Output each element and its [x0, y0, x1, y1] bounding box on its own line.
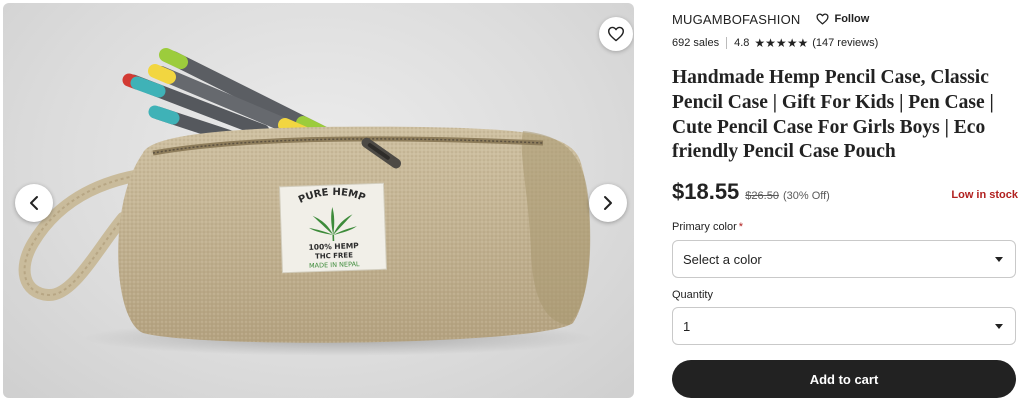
star-icon: ★: [775, 36, 787, 50]
required-marker: *: [738, 221, 744, 233]
star-icon: ★: [765, 36, 776, 50]
product-title: Handmade Hemp Pencil Case, Classic Penci…: [672, 67, 994, 163]
svg-text:100% HEMP: 100% HEMP: [308, 241, 359, 252]
follow-shop-button[interactable]: Follow: [816, 13, 869, 25]
add-to-cart-button[interactable]: Add to cart: [672, 360, 1016, 398]
svg-text:THC FREE: THC FREE: [315, 251, 353, 260]
follow-label: Follow: [834, 13, 870, 25]
divider: [726, 37, 728, 49]
hemp-label: PURE HEMP 100% HEMP THC FREE MADE IN NEP…: [279, 182, 387, 274]
color-select[interactable]: Select a color: [672, 240, 1016, 278]
next-image-button[interactable]: [589, 184, 627, 222]
quantity-select-value: 1: [683, 318, 691, 334]
star-icon: ★: [797, 36, 809, 50]
color-label-text: Primary color: [672, 221, 737, 233]
heart-outline-icon: [608, 26, 624, 42]
previous-image-button[interactable]: [15, 184, 53, 222]
discount-text: (30% Off): [782, 190, 830, 202]
favorite-button[interactable]: [599, 17, 633, 51]
caret-down-icon: [995, 256, 1003, 262]
price-row: $18.55 $26.50 (30% Off) Low in stock: [672, 179, 1018, 205]
rating-value: 4.8: [734, 37, 750, 49]
shop-stats: 692 sales 4.8 ★ ★ ★ ★ ★ (147 reviews): [672, 37, 878, 49]
star-icon: ★: [754, 36, 766, 50]
stock-status: Low in stock: [951, 189, 1018, 201]
chevron-right-icon: [604, 196, 612, 210]
quantity-field-label: Quantity: [672, 289, 713, 301]
heart-outline-icon: [816, 13, 830, 25]
shop-row: MUGAMBOFASHION Follow: [672, 10, 869, 28]
product-image-gallery[interactable]: PURE HEMP 100% HEMP THC FREE MADE IN NEP…: [3, 3, 634, 398]
shop-name-link[interactable]: MUGAMBOFASHION: [672, 12, 800, 27]
star-rating: ★ ★ ★ ★ ★: [754, 37, 808, 49]
color-field-label: Primary color *: [672, 221, 743, 233]
reviews-link[interactable]: (147 reviews): [812, 37, 878, 49]
original-price: $26.50: [745, 190, 779, 202]
color-select-value: Select a color: [683, 251, 762, 267]
star-icon: ★: [786, 36, 798, 50]
current-price: $18.55: [672, 179, 740, 204]
product-info-panel: MUGAMBOFASHION Follow 692 sales 4.8 ★ ★ …: [672, 0, 1018, 403]
sales-count: 692 sales: [672, 37, 720, 49]
caret-down-icon: [995, 323, 1003, 329]
product-photo: PURE HEMP 100% HEMP THC FREE MADE IN NEP…: [18, 48, 593, 356]
quantity-select[interactable]: 1: [672, 307, 1016, 345]
chevron-left-icon: [30, 196, 38, 210]
